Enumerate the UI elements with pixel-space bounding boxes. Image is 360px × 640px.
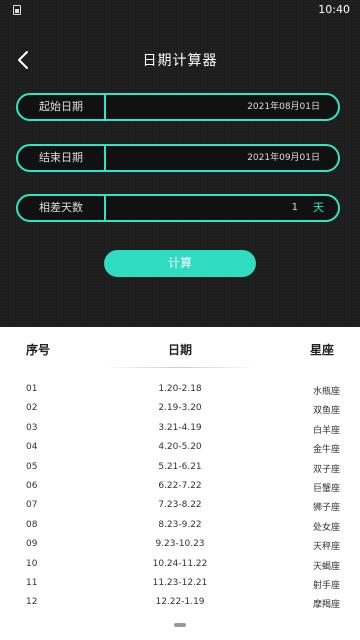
row-date-range: 11.23-12.21: [152, 578, 208, 588]
row-zodiac: 双子座: [312, 464, 340, 475]
table-row: 12 12.22-1.19 摩羯座: [0, 597, 360, 616]
table-row: 10 10.24-11.22 天蝎座: [0, 559, 360, 578]
day-unit-label: 天: [313, 201, 324, 214]
row-date-range: 2.19-3.20: [158, 403, 202, 414]
zodiac-table-sheet: 序号 日期 星座 01 1.20-2.18 水瓶座 02 2.19-3.20 双鱼座 03 3…: [0, 327, 360, 640]
table-row: 06 6.22-7.22 巨蟹座: [0, 481, 360, 500]
calculator-panel: 10:40 日期计算器 起始日期 2021年08月01日 结束日期 2021年0…: [0, 0, 360, 327]
table-row: 11 11.23-12.21 射手座: [0, 578, 360, 597]
table-row: 03 3.21-4.19 白羊座: [0, 423, 360, 442]
row-zodiac: 射手座: [312, 581, 340, 591]
start-date-field[interactable]: 起始日期 2021年08月01日: [16, 93, 340, 121]
sheet-handle-icon[interactable]: [174, 623, 186, 627]
row-zodiac: 摩羯座: [312, 600, 340, 611]
end-date-value: 2021年09月01日: [247, 153, 320, 163]
row-zodiac: 白羊座: [312, 425, 340, 436]
row-zodiac: 狮子座: [312, 503, 340, 514]
table-row: 02 2.19-3.20 双鱼座: [0, 403, 360, 422]
row-date-range: 3.21-4.19: [158, 422, 202, 433]
row-date-range: 12.22-1.19: [155, 597, 205, 608]
row-date-range: 10.24-11.22: [152, 558, 208, 569]
status-time: 10:40: [318, 3, 350, 16]
table-row: 05 5.21-6.21 双子座: [0, 462, 360, 481]
calculate-button[interactable]: 计算: [104, 250, 256, 277]
end-date-label: 结束日期: [18, 146, 106, 170]
row-date-range: 8.23-9.22: [158, 519, 202, 530]
page-title: 日期计算器: [142, 53, 218, 69]
row-zodiac: 金牛座: [312, 445, 340, 456]
row-zodiac: 巨蟹座: [312, 484, 340, 494]
row-zodiac: 水瓶座: [312, 387, 340, 397]
day-difference-label: 相差天数: [18, 196, 106, 220]
end-date-field[interactable]: 结束日期 2021年09月01日: [16, 144, 340, 172]
row-zodiac: 天蝎座: [312, 561, 340, 572]
status-bar: 10:40: [0, 0, 360, 20]
table-row: 09 9.23-10.23 天秤座: [0, 539, 360, 558]
day-difference-value: 1: [291, 202, 298, 213]
start-date-value: 2021年08月01日: [247, 102, 320, 112]
row-zodiac: 双鱼座: [312, 406, 340, 417]
row-date-range: 1.20-2.18: [158, 384, 202, 394]
row-date-range: 9.23-10.23: [155, 539, 205, 550]
start-date-label: 起始日期: [18, 95, 106, 119]
header-divider: [104, 367, 256, 368]
day-difference-field: 相差天数 1 天: [16, 194, 340, 222]
table-row: 07 7.23-8.22 狮子座: [0, 500, 360, 519]
table-row: 04 4.20-5.20 金牛座: [0, 442, 360, 461]
row-zodiac: 处女座: [312, 522, 340, 533]
row-date-range: 6.22-7.22: [158, 481, 202, 491]
notification-icon: [13, 5, 21, 15]
row-date-range: 4.20-5.20: [158, 442, 202, 453]
column-header-zodiac: 星座: [309, 343, 334, 357]
table-row: 01 1.20-2.18 水瓶座: [0, 384, 360, 403]
table-row: 08 8.23-9.22 处女座: [0, 520, 360, 539]
column-header-date: 日期: [167, 343, 192, 357]
row-date-range: 7.23-8.22: [158, 500, 202, 511]
row-date-range: 5.21-6.21: [158, 461, 202, 472]
row-zodiac: 天秤座: [312, 542, 340, 553]
